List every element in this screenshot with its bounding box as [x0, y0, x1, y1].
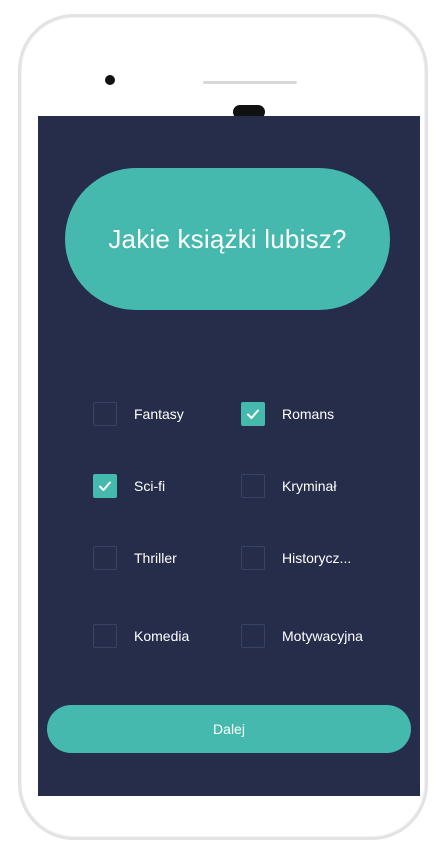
option-fantasy[interactable]: Fantasy: [93, 402, 184, 426]
checkmark-icon: [247, 409, 259, 419]
option-label: Komedia: [134, 628, 190, 644]
checkbox-motywacyjna[interactable]: [241, 624, 265, 648]
checkbox-historyczne[interactable]: [241, 546, 265, 570]
speaker-grille: [203, 81, 297, 84]
app-screen: Jakie książki lubisz? Fantasy Romans Sci…: [38, 116, 420, 796]
next-button[interactable]: Dalej: [47, 705, 411, 753]
checkbox-kryminal[interactable]: [241, 474, 265, 498]
checkbox-romans[interactable]: [241, 402, 265, 426]
option-motywacyjna[interactable]: Motywacyjna: [241, 624, 363, 648]
option-romans[interactable]: Romans: [241, 402, 334, 426]
checkmark-icon: [99, 481, 111, 491]
option-sci-fi[interactable]: Sci-fi: [93, 474, 165, 498]
option-thriller[interactable]: Thriller: [93, 546, 177, 570]
checkbox-fantasy[interactable]: [93, 402, 117, 426]
option-label: Thriller: [134, 550, 177, 566]
option-historyczne[interactable]: Historycz...: [241, 546, 351, 570]
option-komedia[interactable]: Komedia: [93, 624, 189, 648]
option-label: Kryminał: [282, 478, 337, 494]
checkbox-thriller[interactable]: [93, 546, 117, 570]
next-button-label: Dalej: [213, 721, 245, 737]
checkbox-sci-fi[interactable]: [93, 474, 117, 498]
option-kryminal[interactable]: Kryminał: [241, 474, 336, 498]
option-label: Motywacyjna: [282, 628, 363, 644]
option-label: Historycz...: [282, 550, 352, 566]
checkbox-komedia[interactable]: [93, 624, 117, 648]
option-label: Sci-fi: [134, 478, 166, 494]
option-label: Fantasy: [134, 406, 184, 422]
page-title: Jakie książki lubisz?: [108, 223, 347, 254]
camera-dot: [105, 75, 115, 85]
option-label: Romans: [282, 406, 335, 422]
title-bubble: Jakie książki lubisz?: [65, 168, 390, 310]
